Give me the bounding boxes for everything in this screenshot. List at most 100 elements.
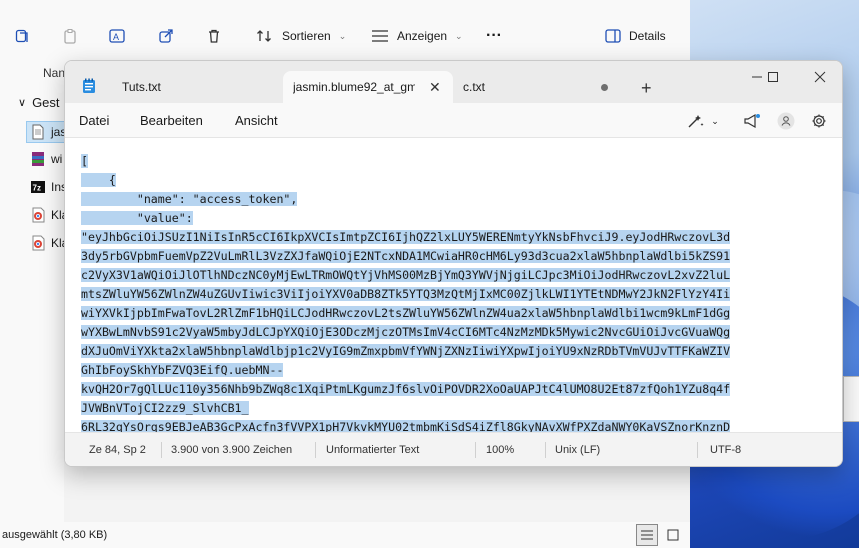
maximize-icon bbox=[768, 72, 778, 82]
editor-line: mtsZWluYW56ZWlnZW4uZGUvIiwic3ViIjoiYXV0a… bbox=[81, 285, 731, 304]
selected-text: "name": "access_token", bbox=[81, 192, 298, 206]
tab-tuts[interactable]: Tuts.txt bbox=[109, 71, 279, 103]
magic-pen-icon bbox=[688, 115, 704, 128]
view-label: Anzeigen bbox=[397, 29, 448, 43]
selection-status: ausgewählt (3,80 KB) bbox=[2, 529, 108, 541]
group-label: Gest bbox=[32, 95, 60, 110]
character-count: 3.900 von 3.900 Zeichen bbox=[171, 444, 293, 456]
tab-c[interactable]: c.txt bbox=[453, 71, 613, 103]
close-tab-icon[interactable]: ✕ bbox=[429, 79, 441, 96]
maximize-button[interactable] bbox=[758, 67, 788, 87]
text-format[interactable]: Unformatierter Text bbox=[326, 444, 419, 456]
chevron-down-icon: ∨ bbox=[18, 97, 27, 109]
editor-line: wYXBwLmNvbS91c2VyaW5mbyJdLCJpYXQiOjE3ODc… bbox=[81, 323, 731, 342]
editor-line: [ bbox=[81, 152, 730, 171]
file-item[interactable]: Kla bbox=[30, 205, 68, 225]
editor-line: wiYXVkIjpbImFwaTovL2RlZmF1bHQiLCJodHRwcz… bbox=[81, 304, 731, 323]
tab-label: c.txt bbox=[463, 80, 486, 94]
svg-text:7z: 7z bbox=[33, 184, 41, 193]
tab-label: Tuts.txt bbox=[122, 80, 161, 94]
more-options-button[interactable]: ··· bbox=[486, 24, 502, 48]
megaphone-icon bbox=[744, 113, 760, 129]
file-item[interactable]: wi bbox=[30, 149, 62, 169]
svg-text:A: A bbox=[113, 32, 119, 42]
details-view-button[interactable] bbox=[636, 524, 658, 546]
tab-label: jasmin.blume92_at_gm bbox=[293, 80, 415, 94]
selected-text: { bbox=[81, 173, 116, 187]
notepad-titlebar[interactable]: Tuts.txt jasmin.blume92_at_gm ✕ c.txt + bbox=[65, 61, 842, 103]
close-icon bbox=[814, 71, 826, 83]
text-editor[interactable]: [ { "name": "access_token", "value": "eyJ… bbox=[65, 138, 842, 432]
line-ending[interactable]: Unix (LF) bbox=[555, 444, 600, 456]
tab-jasmin[interactable]: jasmin.blume92_at_gm ✕ bbox=[283, 71, 453, 103]
sort-button[interactable]: Sortieren ⌄ bbox=[256, 24, 346, 48]
notepad-status-bar: Ze 84, Sp 2 3.900 von 3.900 Zeichen Unfo… bbox=[65, 432, 842, 466]
view-toggle bbox=[636, 524, 684, 546]
account-button[interactable] bbox=[775, 111, 797, 131]
selected-text: [ bbox=[81, 154, 88, 168]
delete-button[interactable] bbox=[206, 24, 222, 48]
editor-line: GhIbFoySkhYbFZVQ3EifQ.uebMN-- bbox=[81, 361, 730, 380]
notepad-window: Tuts.txt jasmin.blume92_at_gm ✕ c.txt + … bbox=[64, 60, 843, 467]
file-group-header[interactable]: ∨ Gest bbox=[18, 95, 60, 110]
file-item[interactable]: 7z Ins bbox=[30, 177, 67, 197]
selected-text: c2VyX3V1aWQiOiJlOTlhNDczNC0yMjEwLTRmOWQt… bbox=[81, 268, 731, 282]
avatar-icon bbox=[777, 112, 795, 130]
encoding[interactable]: UTF-8 bbox=[710, 444, 741, 456]
explorer-scrollbar-thumb[interactable] bbox=[843, 376, 859, 422]
chrome-html-icon bbox=[32, 235, 45, 251]
selected-text: JVWBnVTojCI2zz9_SlvhCB1_ bbox=[81, 401, 249, 415]
paste-button[interactable] bbox=[62, 24, 78, 48]
list-view-icon bbox=[372, 30, 388, 42]
share-button[interactable] bbox=[158, 24, 174, 48]
file-item[interactable]: Kla bbox=[30, 233, 68, 253]
editor-line: { bbox=[81, 171, 730, 190]
chevron-down-icon: ⌄ bbox=[711, 115, 719, 126]
new-item-button[interactable] bbox=[14, 24, 30, 48]
details-button[interactable]: Details bbox=[605, 24, 666, 48]
rename-icon: A bbox=[109, 29, 125, 43]
editor-line: dXJuOmViYXkta2xlaW5hbnplaWdlbjp1c2VyIG9m… bbox=[81, 342, 731, 361]
view-button[interactable]: Anzeigen ⌄ bbox=[371, 24, 463, 48]
settings-button[interactable] bbox=[808, 111, 830, 131]
selected-text: "eyJhbGciOiJSUzI1NiIsInR5cCI6IkpXVCIsImt… bbox=[81, 230, 731, 244]
editor-line: 6RL32qYsOrqs9EBJeAB3GcPxAcfn3fVVPX1pH7Vk… bbox=[81, 418, 731, 432]
unsaved-dot-icon bbox=[601, 84, 608, 91]
chevron-down-icon: ⌄ bbox=[455, 30, 463, 41]
column-header-name[interactable]: Nan bbox=[43, 66, 65, 80]
editor-content[interactable]: [ { "name": "access_token", "value": "eyJ… bbox=[81, 152, 731, 432]
notepad-menubar: Datei Bearbeiten Ansicht ⌄ bbox=[65, 103, 842, 138]
selected-text: wiYXVkIjpbImFwaTovL2RlZmF1bHQiLCJodHRwcz… bbox=[81, 306, 731, 320]
selected-text: 3dy5rbGVpbmFuemVpZ2VuLmRlL3VzZXJfaWQiOjE… bbox=[81, 249, 731, 263]
editor-line: JVWBnVTojCI2zz9_SlvhCB1_ bbox=[81, 399, 730, 418]
text-file-icon bbox=[32, 124, 44, 140]
explorer-status-bar: ausgewählt (3,80 KB) bbox=[0, 522, 692, 548]
rename-button[interactable]: A bbox=[108, 24, 126, 48]
editor-line: "eyJhbGciOiJSUzI1NiIsInR5cCI6IkpXVCIsImt… bbox=[81, 228, 731, 247]
paste-icon bbox=[64, 29, 76, 44]
details-pane-icon bbox=[605, 29, 621, 43]
sort-icon bbox=[257, 30, 271, 42]
selected-text: GhIbFoySkhYbFZVQ3EifQ.uebMN-- bbox=[81, 363, 284, 377]
notepad-app-icon bbox=[83, 78, 95, 93]
selected-text: wYXBwLmNvbS91c2VyaW5mbyJdLCJpYXQiOjE3ODc… bbox=[81, 325, 731, 339]
trash-icon bbox=[209, 29, 219, 43]
editor-line: "value": bbox=[81, 209, 730, 228]
new-tab-button[interactable]: + bbox=[641, 79, 652, 97]
tiles-view-button[interactable] bbox=[662, 524, 684, 546]
editor-line: 3dy5rbGVpbmFuemVpZ2VuLmRlL3VzZXJfaWQiOjE… bbox=[81, 247, 731, 266]
menu-datei[interactable]: Datei bbox=[79, 113, 109, 128]
close-window-button[interactable] bbox=[805, 67, 835, 87]
editor-line: kvQH2Or7gQlLUc110y356Nhb9bZWq8c1XqiPtmLK… bbox=[81, 380, 731, 399]
details-label: Details bbox=[629, 29, 666, 43]
menu-ansicht[interactable]: Ansicht bbox=[235, 113, 278, 128]
notifications-button[interactable] bbox=[741, 111, 763, 131]
7zip-archive-icon: 7z bbox=[31, 181, 45, 193]
share-icon bbox=[159, 29, 173, 43]
gear-icon bbox=[812, 114, 826, 128]
selected-text: kvQH2Or7gQlLUc110y356Nhb9bZWq8c1XqiPtmLK… bbox=[81, 382, 731, 396]
zoom-level[interactable]: 100% bbox=[486, 444, 514, 456]
editor-line: "name": "access_token", bbox=[81, 190, 730, 209]
copilot-rewrite-button[interactable]: ⌄ bbox=[683, 111, 723, 131]
menu-bearbeiten[interactable]: Bearbeiten bbox=[140, 113, 203, 128]
